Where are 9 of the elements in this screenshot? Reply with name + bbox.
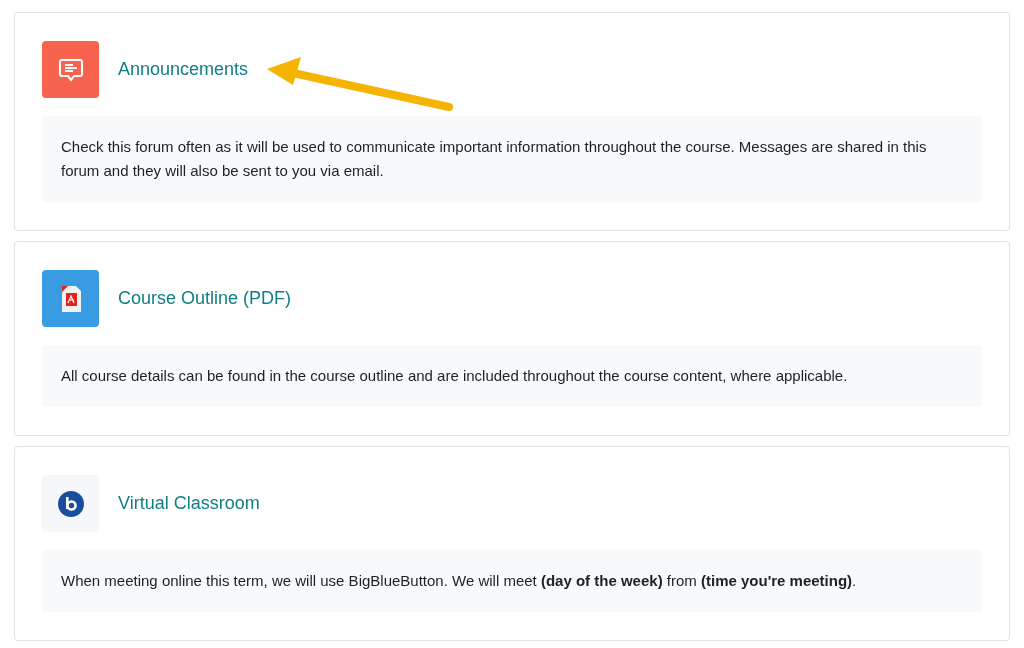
activity-link[interactable]: Announcements — [118, 56, 249, 83]
activity-link[interactable]: Course Outline (PDF) — [118, 285, 292, 312]
video-meeting-icon — [42, 475, 99, 532]
activity-link[interactable]: Virtual Classroom — [118, 490, 260, 517]
forum-icon — [42, 41, 99, 98]
activity-description: All course details can be found in the course outline and are included throughout the course content, where applicable. — [61, 366, 849, 386]
pdf-file-icon — [42, 270, 99, 327]
activity-description: When meeting online this term, we will use BigBlueButton. We will meet (day of the week) from (time you're meeting). — [61, 571, 858, 591]
activity-description: Check this forum often as it will be used to communicate important information throughout the course. Messages are shared in this forum and they will also be sent to you via email. — [61, 137, 928, 181]
